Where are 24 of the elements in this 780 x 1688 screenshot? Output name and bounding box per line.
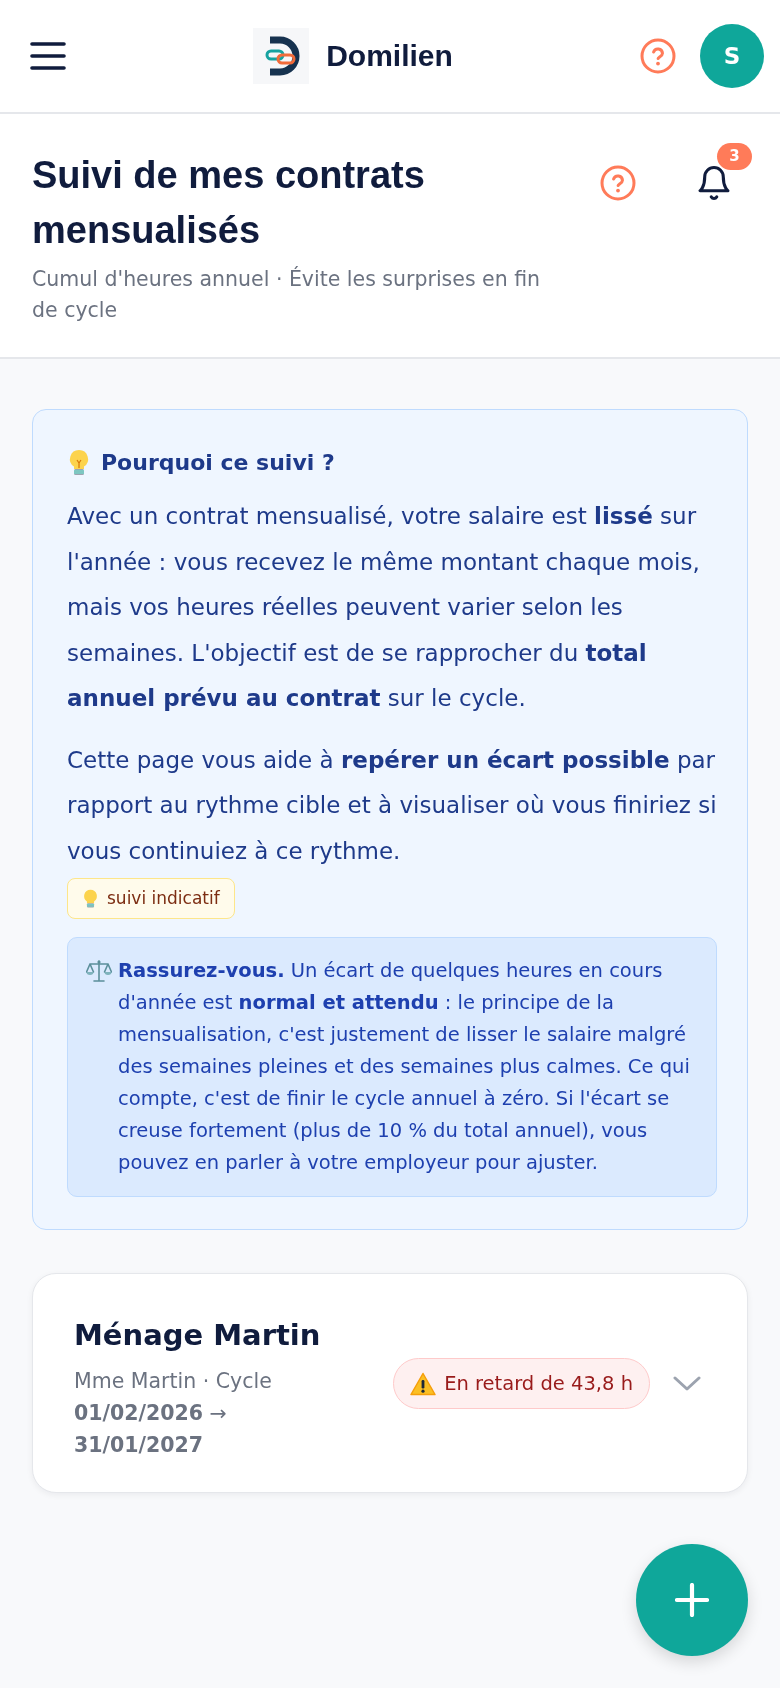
notification-count: 3 bbox=[717, 143, 752, 170]
contract-details: Mme Martin · Cycle 01/02/2026 → 31/01/2027 bbox=[74, 1368, 273, 1459]
contract-name: Ménage Martin bbox=[74, 1317, 322, 1354]
page-title: Suivi de mes contrats mensualisés bbox=[32, 153, 426, 253]
lightbulb-icon bbox=[82, 888, 99, 909]
page-subtitle: Cumul d'heures annuel · Évite les surprises en fin de cycle bbox=[32, 265, 542, 324]
reassurance-text: Rassurez-vous. Un écart de quelques heures en cours d'année est normal et attendu : le principe de la mensualisation, c'est justement de lisser le salaire malgré des semaines pleines et des semaines plus calmes. Ce qui compte, c'est de finir le cycle annuel à zéro. Si l'écart se creuse fortement (plus de 10 % du total annuel), vous pouvez en parler à votre employeur pour ajuster. bbox=[118, 958, 691, 1176]
info-tag-text: suivi indicatif bbox=[107, 886, 220, 910]
warning-icon bbox=[410, 1371, 437, 1396]
help-icon[interactable] bbox=[600, 165, 636, 201]
scales-icon bbox=[86, 959, 112, 983]
info-paragraph: Cette page vous aide à repérer un écart possible par rapport au rythme cible et à visualiser où vous finiriez si vous continuiez à ce rythme. bbox=[67, 745, 717, 866]
help-icon[interactable] bbox=[640, 38, 676, 74]
add-icon bbox=[675, 1583, 709, 1617]
lightbulb-icon bbox=[67, 449, 91, 477]
avatar-button[interactable]: S bbox=[700, 24, 764, 88]
logo-icon bbox=[253, 28, 310, 84]
info-title: Pourquoi ce suivi ? bbox=[101, 449, 335, 477]
bell-icon bbox=[698, 166, 730, 200]
status-text: En retard de 43,8 h bbox=[444, 1370, 633, 1397]
menu-icon[interactable] bbox=[30, 42, 66, 70]
info-paragraph: Avec un contrat mensualisé, votre salaire est lissé sur l'année : vous recevez le même montant chaque mois, mais vos heures réelles peuvent varier selon les semaines. L'objectif est de se rapprocher du total annuel prévu au contrat sur le cycle. bbox=[67, 502, 701, 713]
brand-name: Domilien bbox=[326, 38, 453, 74]
chevron-icon[interactable] bbox=[673, 1375, 701, 1391]
